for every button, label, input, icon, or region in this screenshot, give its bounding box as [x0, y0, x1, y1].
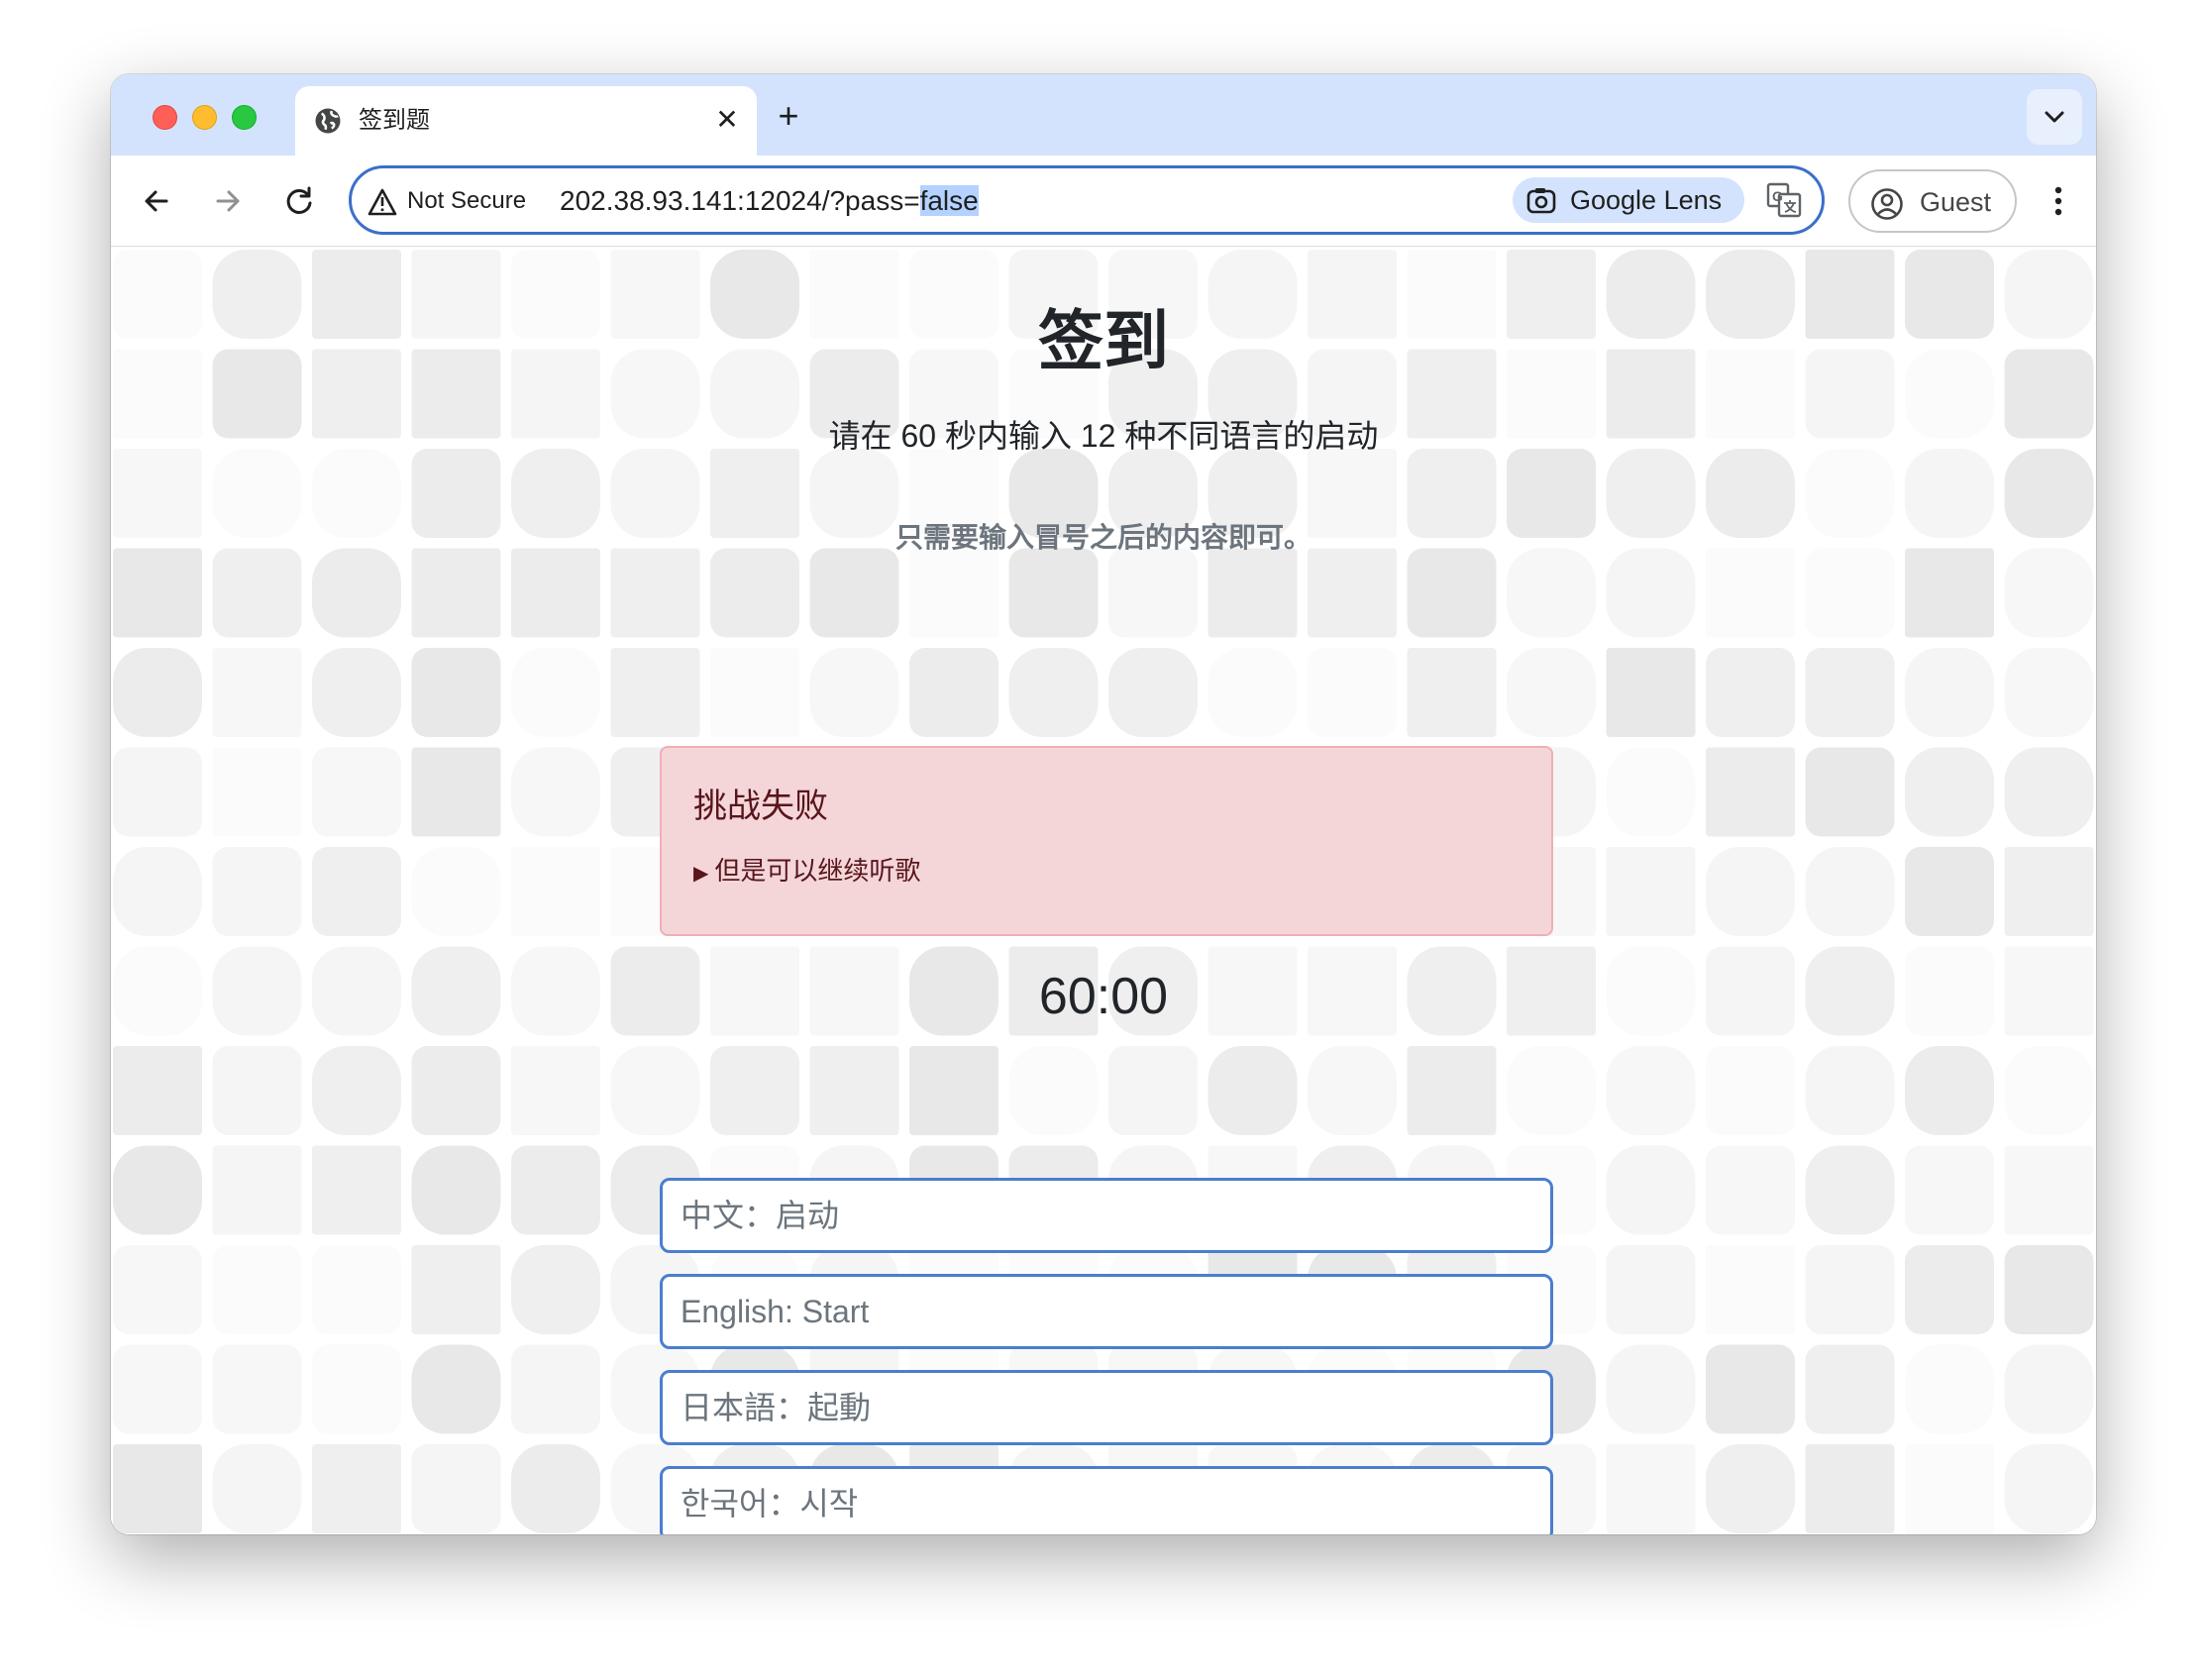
countdown-timer: 60:00: [1038, 968, 1169, 1025]
profile-button[interactable]: Guest: [1848, 169, 2017, 233]
failure-alert: 挑战失败 ▶ 但是可以继续听歌: [660, 746, 1553, 936]
close-window-button[interactable]: [153, 105, 177, 130]
input-chinese[interactable]: [660, 1178, 1553, 1253]
alert-details-summary: 但是可以继续听歌: [714, 856, 921, 886]
hint-text: 只需要输入冒号之后的内容即可。: [894, 522, 1312, 553]
url-text[interactable]: 202.38.93.141:12024/?pass=false: [560, 184, 979, 218]
lens-label: Google Lens: [1570, 185, 1723, 215]
forward-button[interactable]: [206, 179, 250, 223]
warning-icon: [368, 188, 397, 216]
globe-icon: [313, 106, 343, 136]
tab-strip: 签到题 ✕ +: [111, 74, 2096, 156]
more-vert-icon: [2054, 186, 2062, 216]
page-title: 签到: [1038, 304, 1169, 377]
chevron-down-icon: [2045, 111, 2064, 123]
maximize-window-button[interactable]: [232, 105, 257, 130]
new-tab-button[interactable]: +: [771, 98, 806, 134]
reload-button[interactable]: [277, 179, 321, 223]
back-button[interactable]: [135, 179, 178, 223]
security-label[interactable]: Not Secure: [407, 186, 526, 216]
address-bar[interactable]: Not Secure 202.38.93.141:12024/?pass=fal…: [349, 165, 1825, 235]
minimize-window-button[interactable]: [192, 105, 217, 130]
google-lens-button[interactable]: Google Lens: [1513, 177, 1744, 223]
alert-details-toggle[interactable]: ▶ 但是可以继续听歌: [693, 855, 920, 890]
tab-active[interactable]: 签到题 ✕: [295, 86, 757, 156]
tab-close-icon[interactable]: ✕: [711, 104, 743, 136]
translate-icon[interactable]: G: [1766, 182, 1802, 218]
account-circle-icon: [1871, 188, 1903, 220]
browser-toolbar: Not Secure 202.38.93.141:12024/?pass=fal…: [111, 156, 2096, 247]
arrow-right-icon: [216, 190, 240, 212]
disclosure-triangle-icon: ▶: [693, 863, 709, 885]
svg-text:G: G: [1772, 188, 1783, 204]
page-content: 签到 请在 60 秒内输入 12 种不同语言的启动 只需要输入冒号之后的内容即可…: [111, 248, 2096, 1534]
language-inputs: [660, 1178, 1553, 1534]
url-host: 202.38.93.141:12024/?pass=: [560, 185, 920, 216]
input-japanese[interactable]: [660, 1370, 1553, 1445]
more-menu-button[interactable]: [2039, 181, 2078, 221]
tab-title: 签到题: [359, 107, 430, 134]
url-selected-text: false: [919, 185, 979, 216]
browser-window: 签到题 ✕ + Not Secure 202.38.93.141:12024/?…: [111, 74, 2096, 1534]
arrow-left-icon: [145, 190, 168, 212]
alert-title: 挑战失败: [693, 788, 828, 825]
profile-label: Guest: [1920, 187, 1992, 217]
input-korean[interactable]: [660, 1466, 1553, 1534]
tab-search-button[interactable]: [2027, 89, 2082, 145]
reload-icon: [286, 186, 312, 214]
instruction-text: 请在 60 秒内输入 12 种不同语言的启动: [828, 418, 1379, 454]
input-english[interactable]: [660, 1274, 1553, 1349]
lens-icon: [1526, 188, 1556, 214]
